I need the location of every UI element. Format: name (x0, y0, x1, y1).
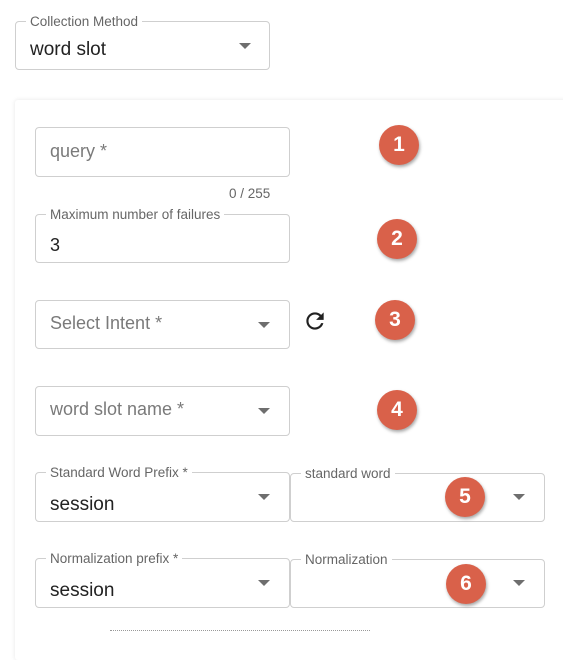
standard-word-label: standard word (301, 466, 395, 482)
collection-method-label: Collection Method (26, 14, 143, 30)
normalization-prefix-label: Normalization prefix * (46, 551, 183, 567)
normalization-prefix-select[interactable]: Normalization prefix * session (35, 551, 290, 608)
word-slot-name-placeholder: word slot name * (50, 399, 185, 419)
chevron-down-icon[interactable] (258, 580, 270, 586)
collection-method-value: word slot (30, 39, 107, 60)
intent-placeholder: Select Intent * (50, 313, 163, 333)
query-char-counter: 0 / 255 (229, 186, 271, 201)
step-badge-3: 3 (375, 300, 415, 340)
step-badge-4: 4 (377, 390, 417, 430)
word-slot-name-select[interactable]: word slot name * (35, 386, 290, 436)
chevron-down-icon[interactable] (239, 43, 251, 49)
normalization-prefix-value: session (50, 580, 115, 601)
normalization-label: Normalization (301, 552, 392, 568)
query-placeholder: query * (50, 141, 108, 161)
chevron-down-icon[interactable] (513, 580, 525, 586)
max-failures-label: Maximum number of failures (46, 207, 225, 223)
step-badge-2: 2 (377, 219, 417, 259)
chevron-down-icon[interactable] (258, 322, 270, 328)
standard-word-select[interactable]: standard word (290, 466, 545, 522)
chevron-down-icon[interactable] (258, 408, 270, 414)
chevron-down-icon[interactable] (258, 494, 270, 500)
intent-select[interactable]: Select Intent * (35, 300, 290, 349)
refresh-icon[interactable] (302, 308, 328, 334)
standard-word-prefix-select[interactable]: Standard Word Prefix * session (35, 465, 290, 522)
standard-word-prefix-value: session (50, 494, 115, 515)
step-badge-6: 6 (446, 564, 486, 604)
step-badge-5: 5 (445, 477, 485, 517)
max-failures-input[interactable]: Maximum number of failures 3 (35, 207, 290, 263)
standard-word-prefix-label: Standard Word Prefix * (46, 465, 192, 481)
chevron-down-icon[interactable] (513, 494, 525, 500)
max-failures-value: 3 (50, 235, 61, 255)
collection-method-select[interactable]: Collection Method word slot (15, 14, 270, 70)
normalization-select[interactable]: Normalization (290, 552, 545, 608)
query-input[interactable]: query * (35, 127, 290, 177)
step-badge-1: 1 (379, 125, 419, 165)
